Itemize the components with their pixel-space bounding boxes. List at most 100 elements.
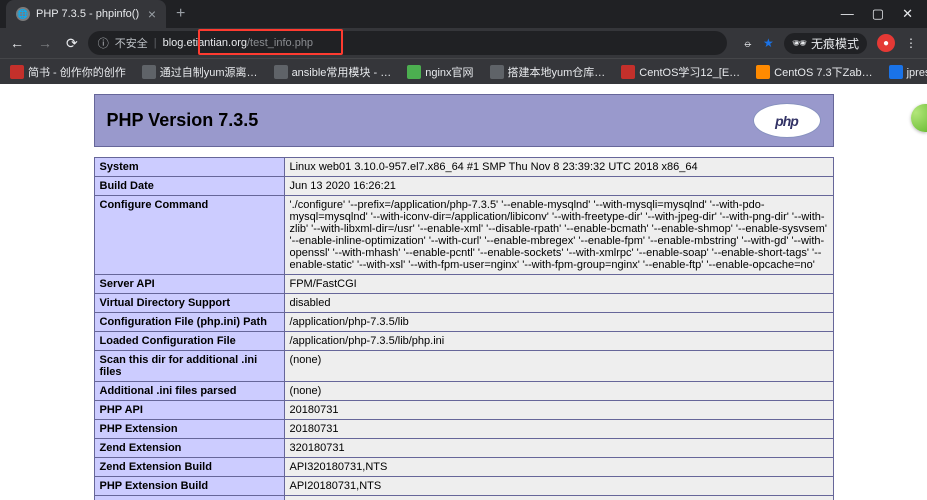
bookmark-label: CentOS 7.3下Zab… [774,64,872,80]
translate-icon[interactable]: ⦵ [743,36,753,51]
bookmark-item[interactable]: 简书 - 创作你的创作 [10,64,126,80]
phpinfo-header: PHP Version 7.3.5 php [94,94,834,147]
bookmark-item[interactable]: nginx官网 [407,64,473,80]
info-value: Linux web01 3.10.0-957.el7.x86_64 #1 SMP… [284,158,833,177]
side-extension-badge[interactable] [911,104,927,132]
bookmark-favicon-icon [621,65,635,79]
info-icon[interactable]: ⓘ [98,35,109,51]
bookmarks-bar: 简书 - 创作你的创作 通过自制yum源离… ansible常用模块 - … n… [0,58,927,84]
info-key: Configuration File (php.ini) Path [94,313,284,332]
bookmark-label: CentOS学习12_[E… [639,64,740,80]
bookmark-favicon-icon [274,65,288,79]
phpinfo-table: SystemLinux web01 3.10.0-957.el7.x86_64 … [94,157,834,500]
info-key: PHP Extension Build [94,477,284,496]
table-row: Scan this dir for additional .ini files(… [94,351,833,382]
info-key: Loaded Configuration File [94,332,284,351]
info-value: 20180731 [284,420,833,439]
table-row: Debug Buildno [94,496,833,500]
table-row: PHP Extension BuildAPI20180731,NTS [94,477,833,496]
nav-arrows: ← → ⟳ [10,35,78,52]
maximize-button[interactable]: ▢ [872,6,884,22]
info-key: PHP Extension [94,420,284,439]
bookmark-favicon-icon [407,65,421,79]
close-icon[interactable]: × [148,6,156,22]
info-key: Zend Extension Build [94,458,284,477]
address-bar[interactable]: ⓘ 不安全 | blog.etiantian.org/test_info.php [88,31,727,55]
bookmark-favicon-icon [10,65,24,79]
info-key: Virtual Directory Support [94,294,284,313]
bookmark-item[interactable]: jpress-配合nginx… [889,64,927,80]
table-row: PHP API20180731 [94,401,833,420]
incognito-badge[interactable]: 🕶 无痕模式 [784,33,867,54]
bookmark-item[interactable]: CentOS 7.3下Zab… [756,64,872,80]
browser-titlebar: 🌐 PHP 7.3.5 - phpinfo() × + — ▢ ✕ [0,0,927,28]
back-button[interactable]: ← [10,35,24,51]
reload-button[interactable]: ⟳ [66,35,78,52]
info-value: /application/php-7.3.5/lib [284,313,833,332]
info-value: 320180731 [284,439,833,458]
table-row: Zend Extension BuildAPI320180731,NTS [94,458,833,477]
incognito-label: 无痕模式 [811,35,859,52]
info-key: Zend Extension [94,439,284,458]
info-value: disabled [284,294,833,313]
tab-title: PHP 7.3.5 - phpinfo() [36,8,139,20]
table-row: Configure Command'./configure' '--prefix… [94,196,833,275]
info-key: System [94,158,284,177]
info-key: PHP API [94,401,284,420]
info-key: Configure Command [94,196,284,275]
bookmark-favicon-icon [490,65,504,79]
bookmark-favicon-icon [889,65,903,79]
info-key: Debug Build [94,496,284,500]
table-row: Additional .ini files parsed(none) [94,382,833,401]
bookmark-label: ansible常用模块 - … [292,64,392,80]
info-value: 20180731 [284,401,833,420]
new-tab-button[interactable]: + [166,5,195,23]
table-row: Configuration File (php.ini) Path/applic… [94,313,833,332]
minimize-button[interactable]: — [841,6,854,22]
bookmark-label: 通过自制yum源离… [160,64,258,80]
php-logo: php [753,103,821,138]
info-value: FPM/FastCGI [284,275,833,294]
info-value: './configure' '--prefix=/application/php… [284,196,833,275]
page-viewport[interactable]: PHP Version 7.3.5 php SystemLinux web01 … [0,84,927,500]
bookmark-item[interactable]: 搭建本地yum仓库… [490,64,606,80]
info-value: /application/php-7.3.5/lib/php.ini [284,332,833,351]
globe-icon: 🌐 [16,7,30,21]
info-value: API320180731,NTS [284,458,833,477]
forward-button[interactable]: → [38,35,52,51]
info-key: Build Date [94,177,284,196]
phpinfo-page: PHP Version 7.3.5 php SystemLinux web01 … [94,94,834,500]
bookmark-item[interactable]: CentOS学习12_[E… [621,64,740,80]
info-key: Scan this dir for additional .ini files [94,351,284,382]
table-row: SystemLinux web01 3.10.0-957.el7.x86_64 … [94,158,833,177]
info-value: (none) [284,382,833,401]
table-row: PHP Extension20180731 [94,420,833,439]
bookmark-label: jpress-配合nginx… [907,64,927,80]
bookmark-label: nginx官网 [425,64,473,80]
close-window-button[interactable]: ✕ [902,6,913,22]
bookmark-item[interactable]: 通过自制yum源离… [142,64,258,80]
bookmark-favicon-icon [756,65,770,79]
menu-icon[interactable]: ⋮ [905,36,917,50]
favorite-icon[interactable]: ★ [763,36,774,50]
bookmark-label: 搭建本地yum仓库… [508,64,606,80]
url-text: blog.etiantian.org/test_info.php [163,37,313,49]
table-row: Build DateJun 13 2020 16:26:21 [94,177,833,196]
table-row: Loaded Configuration File/application/ph… [94,332,833,351]
table-row: Zend Extension320180731 [94,439,833,458]
bookmark-favicon-icon [142,65,156,79]
info-key: Additional .ini files parsed [94,382,284,401]
extension-icon[interactable]: ● [877,34,895,52]
table-row: Server APIFPM/FastCGI [94,275,833,294]
bookmark-item[interactable]: ansible常用模块 - … [274,64,392,80]
info-value: Jun 13 2020 16:26:21 [284,177,833,196]
security-label: 不安全 [115,35,148,51]
browser-navbar: ← → ⟳ ⓘ 不安全 | blog.etiantian.org/test_in… [0,28,927,58]
page-title: PHP Version 7.3.5 [107,110,259,131]
info-value: API20180731,NTS [284,477,833,496]
table-row: Virtual Directory Supportdisabled [94,294,833,313]
window-controls: — ▢ ✕ [841,6,927,22]
incognito-icon: 🕶 [792,36,807,50]
browser-tab[interactable]: 🌐 PHP 7.3.5 - phpinfo() × [6,0,166,28]
info-value: no [284,496,833,500]
